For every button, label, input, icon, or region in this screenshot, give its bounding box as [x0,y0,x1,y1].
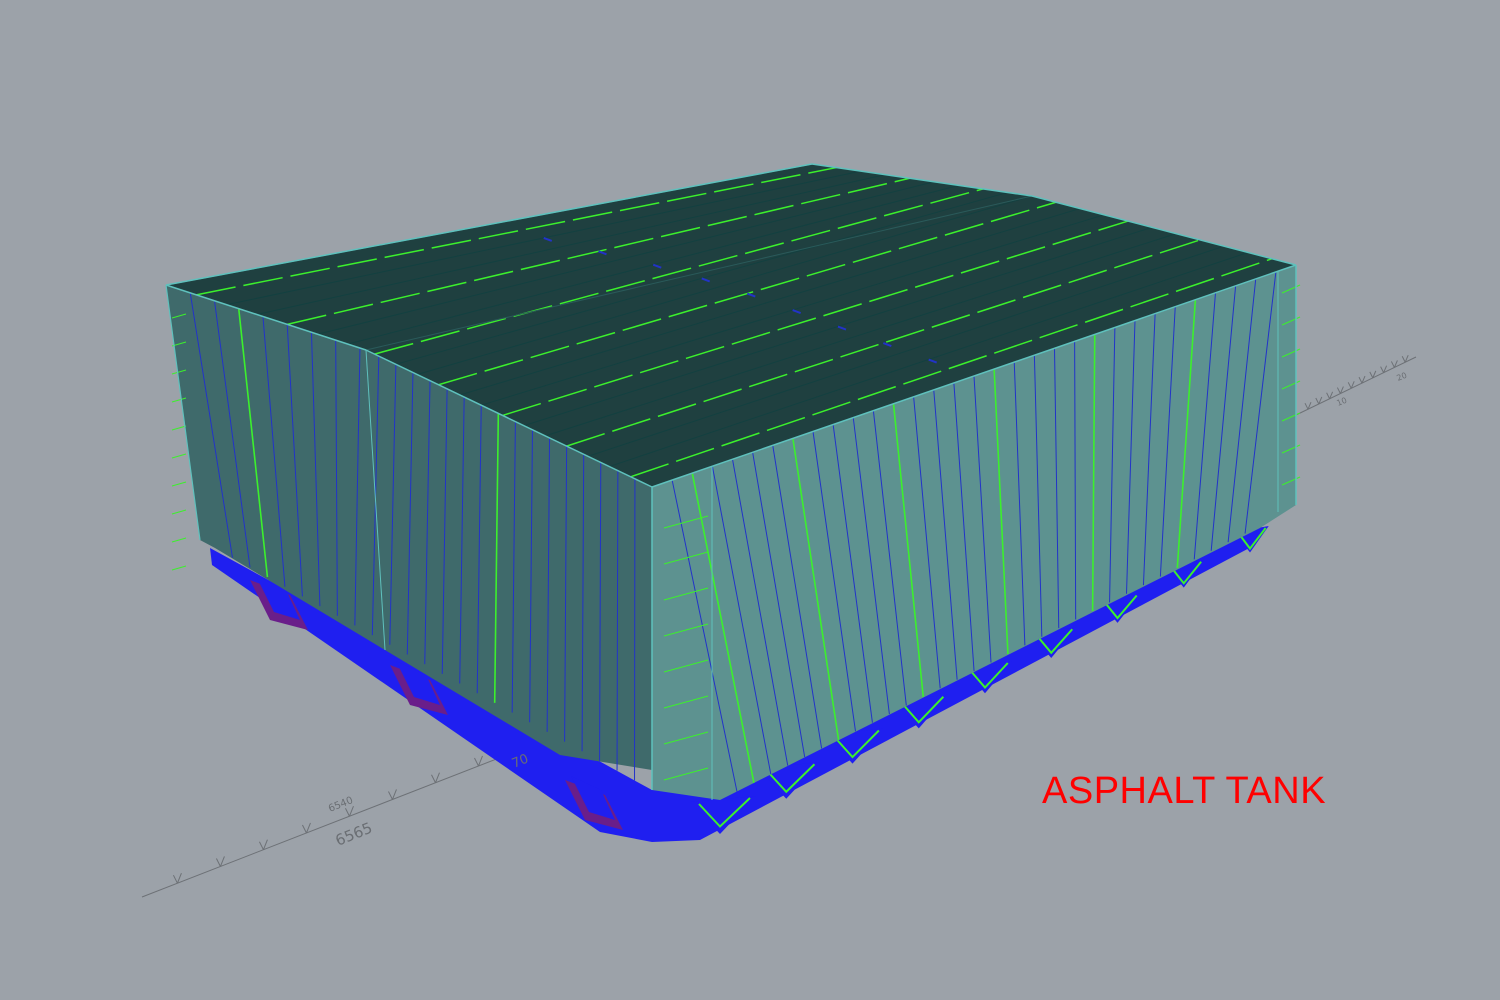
axis-tick [474,757,479,767]
axis-tick [1390,361,1395,368]
wall-bracket [171,509,187,515]
axis-tick [1315,397,1320,405]
axis-tick [1369,371,1374,379]
axis-tick [258,841,264,850]
wall-bracket [171,425,187,431]
axis-tick [345,808,350,817]
axis-tick [215,858,221,867]
axis-tick-label: 6540 [327,795,355,815]
wall-bracket [171,565,187,571]
axis-tick [1358,376,1363,384]
axis-tick [388,791,393,800]
axis-tick-label: 6565 [333,819,375,850]
axis-tick-label: 20 [1395,371,1408,383]
axis-tick-label: 10 [1335,396,1348,408]
axis-tick [1401,355,1406,363]
axis-tick [1304,402,1309,410]
axis-tick [1326,392,1331,399]
wall-bracket [171,537,187,543]
wall-bracket [171,453,187,459]
axis-tick [302,824,307,834]
3d-viewport[interactable]: 6565 6540 70 10 20 [0,0,1500,1000]
axis-tick [1347,382,1352,389]
axis-tick [431,774,436,783]
wall-bracket [171,481,187,487]
axis-tick [1336,387,1341,394]
axis-tick [1380,366,1385,373]
axis-tick [172,874,178,884]
axis-line [1295,356,1417,416]
drawing-title: ASPHALT TANK [1042,770,1327,812]
